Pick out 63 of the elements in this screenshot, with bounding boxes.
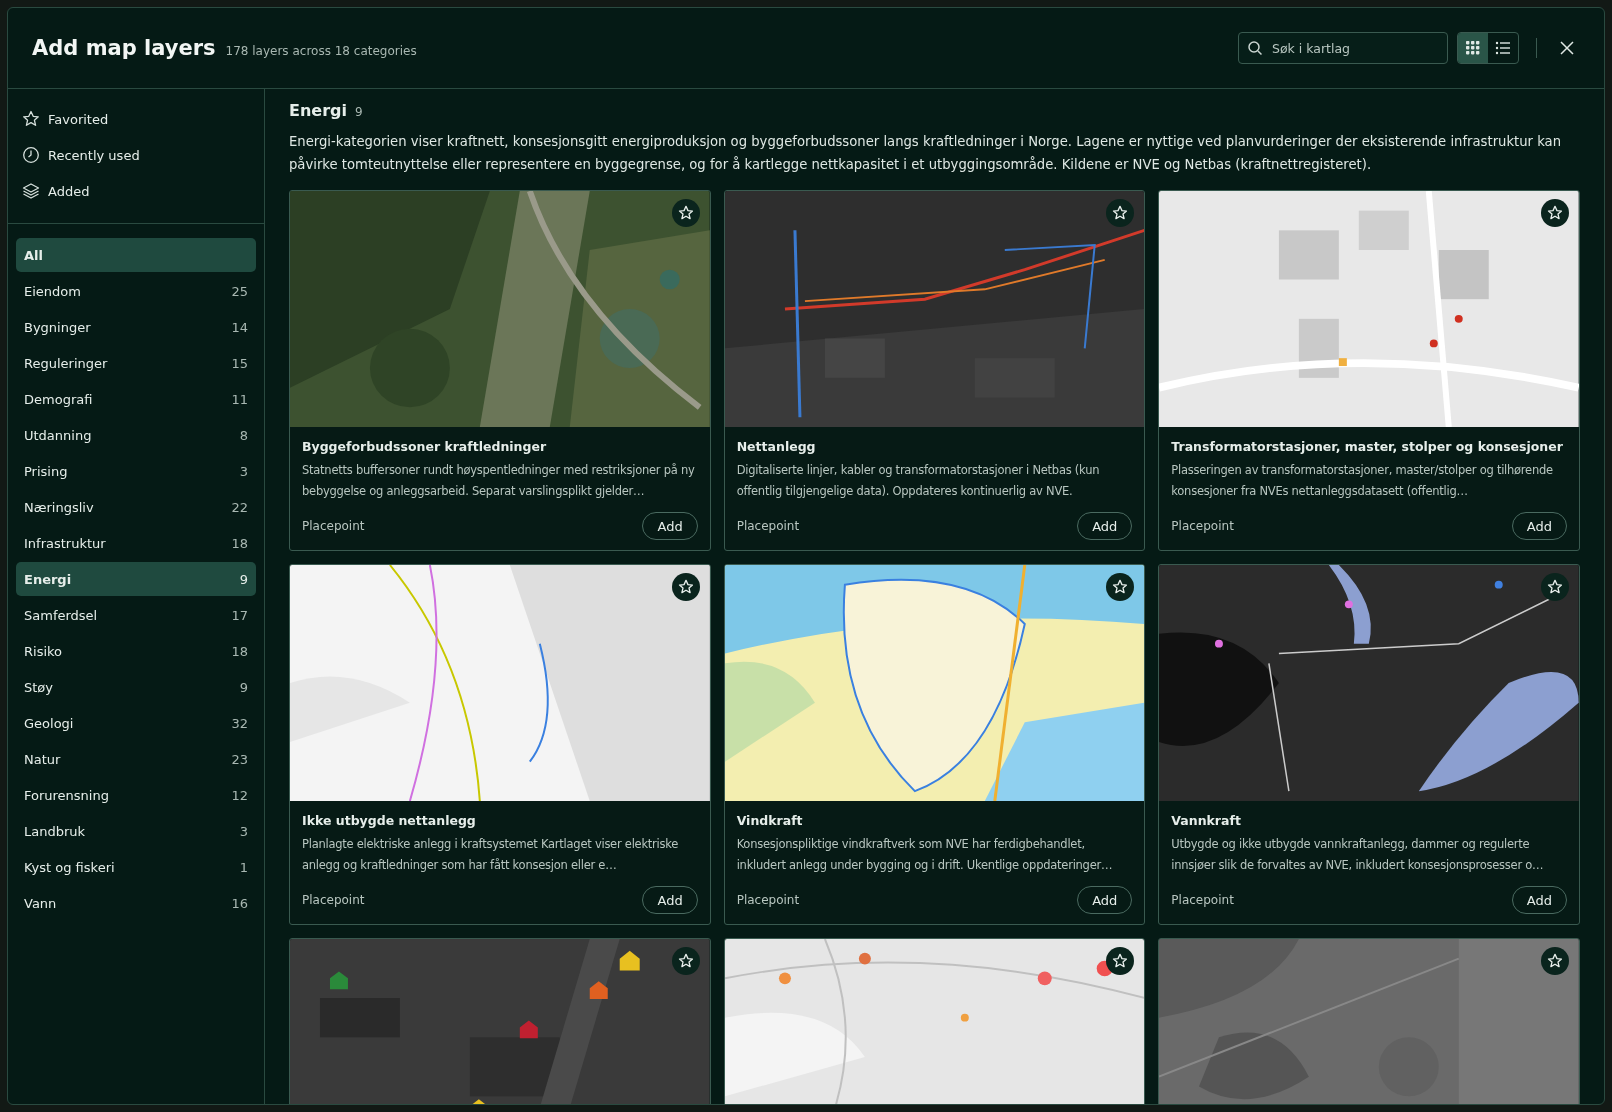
layer-source: Placepoint — [736, 519, 800, 533]
category-item[interactable]: Landbruk 3 — [16, 814, 256, 848]
category-item[interactable]: Forurensning 12 — [16, 778, 256, 812]
category-item[interactable]: Samferdsel 17 — [16, 598, 256, 632]
category-item[interactable]: Bygninger 14 — [16, 310, 256, 344]
layer-source: Placepoint — [1171, 893, 1234, 907]
star-icon — [1547, 953, 1563, 969]
layer-source: Placepoint — [302, 893, 365, 907]
star-icon — [1112, 579, 1129, 595]
category-item[interactable]: Prising 3 — [16, 454, 256, 488]
layer-source: Placepoint — [736, 893, 800, 907]
layer-title: Vannkraft — [1171, 813, 1242, 828]
category-item[interactable]: Utdanning 8 — [16, 418, 256, 452]
category-item[interactable]: Geologi 32 — [16, 706, 256, 740]
star-icon — [1547, 579, 1563, 595]
category-item[interactable]: Natur 23 — [16, 742, 256, 776]
category-count: 9 — [355, 105, 363, 119]
list-icon — [1495, 40, 1511, 56]
star-icon — [677, 579, 694, 595]
layer-description: Konsesjonspliktige vindkraftverk som NVE har ferdigbehandlet, inkludert anlegg under bygging og i drift. Ukentlige oppdateringer… — [736, 836, 1114, 874]
search-icon — [1247, 40, 1263, 56]
quick-filter-item[interactable]: Recently used — [22, 137, 250, 173]
layer-description: Digitaliserte linjer, kabler og transformatorstasjoner i Netbas (kun offentlig tilgjengelige data). Oppdateres kontinuerlig av NVE. — [736, 462, 1101, 500]
category-title: Energi — [289, 101, 347, 120]
layer-description: Statnetts buffersoner rundt høyspentledninger med restriksjoner på ny bebyggelse og anleggsarbeid. Separat varslingsplikt gjelder… — [302, 462, 696, 500]
category-item[interactable]: All — [16, 238, 256, 272]
layer-description: Plasseringen av transformatorstasjoner, master/stolper og tilhørende konsesjoner fra NVEs nettanleggsdatasett (offentlig… — [1171, 462, 1554, 500]
category-item[interactable]: Reguleringer 15 — [16, 346, 256, 380]
star-icon — [1547, 205, 1563, 221]
star-icon — [1112, 205, 1129, 221]
layer-description: Planlagte elektriske anlegg i kraftsystemet Kartlaget viser elektriske anlegg og kraftledninger som har fått konsesjon eller e… — [302, 836, 680, 874]
layer-source: Placepoint — [1171, 519, 1234, 533]
category-item[interactable]: Støy 9 — [16, 670, 256, 704]
category-item[interactable]: Vann 16 — [16, 886, 256, 920]
layer-description: Utbygde og ikke utbygde vannkraftanlegg, dammer og regulerte innsjøer slik de forvaltes av NVE, inkludert konsesjonsprosesser o… — [1171, 836, 1545, 874]
star-icon — [22, 110, 40, 128]
grid-view-button[interactable] — [1458, 33, 1488, 63]
star-icon — [677, 205, 694, 221]
layer-title: Transformatorstasjoner, master, stolper og konsesjoner — [1171, 439, 1564, 454]
layer-title: Byggeforbudssoner kraftledninger — [302, 439, 548, 454]
layer-title: Vindkraft — [736, 813, 804, 828]
category-description: Energi-kategorien viser kraftnett, konsesjonsgitt energiproduksjon og byggeforbudssoner langs kraftledninger i Norge. Lagene er nyttige ved planvurderinger der eksisterende infrastruktur kan påvirke tomteutnyttelse eller representere en byggegrense, og for å kartlegge nettkapasitet i et utbyggingsområde. Kildene er NVE og Netbas (kraftnettregisteret). — [289, 133, 1563, 174]
grid-icon — [1465, 40, 1481, 56]
category-item[interactable]: Risiko 18 — [16, 634, 256, 668]
category-item[interactable]: Energi 9 — [16, 562, 256, 596]
quick-filter-item[interactable]: Favorited — [22, 101, 250, 137]
star-icon — [1112, 953, 1129, 969]
category-item[interactable]: Demografi 11 — [16, 382, 256, 416]
layer-count: 178 layers across 18 categories — [225, 44, 417, 58]
quick-filter-item[interactable]: Added — [22, 173, 250, 209]
category-item[interactable]: Eiendom 25 — [16, 274, 256, 308]
category-item[interactable]: Næringsliv 22 — [16, 490, 256, 524]
search-field[interactable]: Søk i kartlag — [1238, 32, 1448, 64]
category-item[interactable]: Infrastruktur 18 — [16, 526, 256, 560]
close-icon — [1560, 41, 1574, 55]
clock-icon — [22, 146, 40, 164]
layer-title: Ikke utbygde nettanlegg — [302, 813, 477, 828]
layer-source: Placepoint — [302, 519, 365, 533]
layer-title: Nettanlegg — [736, 439, 817, 454]
dialog-title: Add map layers — [32, 36, 216, 60]
layers-icon — [22, 182, 40, 200]
star-icon — [677, 953, 694, 969]
category-item[interactable]: Kyst og fiskeri 1 — [16, 850, 256, 884]
